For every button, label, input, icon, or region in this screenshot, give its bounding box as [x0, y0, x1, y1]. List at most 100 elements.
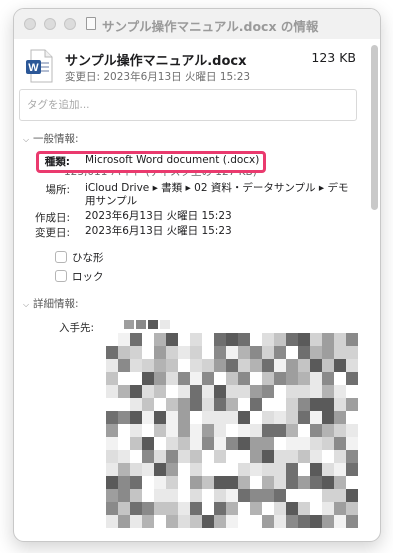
redaction-pixel — [226, 411, 238, 424]
chevron-down-icon: ⌵ — [23, 300, 30, 309]
redaction-pixel — [334, 515, 346, 528]
redaction-pixel — [310, 502, 322, 515]
kind-label: 種類: — [44, 156, 70, 168]
redaction-pixel — [250, 346, 262, 359]
redaction-pixel — [334, 385, 346, 398]
stationery-checkbox[interactable] — [55, 251, 67, 263]
redaction-pixel — [154, 346, 166, 359]
redaction-pixel — [202, 385, 214, 398]
redaction-pixel — [262, 489, 274, 502]
redaction-pixel — [322, 359, 334, 372]
redaction-pixel — [310, 489, 322, 502]
redaction-pixel — [310, 359, 322, 372]
general-section-header[interactable]: ⌵ 一般情報: — [23, 131, 79, 146]
redaction-pixel — [322, 372, 334, 385]
redaction-pixel — [274, 372, 286, 385]
redaction-pixel — [166, 411, 178, 424]
redaction-pixel — [274, 385, 286, 398]
redaction-pixel — [118, 372, 130, 385]
redaction-pixel — [142, 424, 154, 437]
redaction-pixel — [298, 333, 310, 346]
redaction-pixel — [322, 333, 334, 346]
redaction-pixel — [214, 450, 226, 463]
redaction-pixel — [310, 424, 322, 437]
redaction-pixel — [226, 476, 238, 489]
redaction-pixel — [274, 333, 286, 346]
redaction-pixel — [130, 424, 142, 437]
redaction-pixel — [238, 502, 250, 515]
redaction-pixel — [298, 359, 310, 372]
redaction-pixel — [130, 333, 142, 346]
redaction-pixel — [166, 437, 178, 450]
redaction-pixel — [142, 398, 154, 411]
chevron-down-icon: ⌵ — [23, 135, 30, 144]
redaction-pixel — [190, 398, 202, 411]
redaction-pixel — [214, 437, 226, 450]
redaction-pixel — [106, 450, 118, 463]
where-label: 場所: — [45, 184, 70, 196]
redaction-pixel — [130, 515, 142, 528]
redaction-pixel — [106, 489, 118, 502]
redaction-pixel — [310, 450, 322, 463]
redaction-pixel — [250, 359, 262, 372]
redaction-pixel — [286, 424, 298, 437]
redaction-pixel — [202, 489, 214, 502]
redaction-pixel — [106, 411, 118, 424]
redaction-pixel — [118, 333, 130, 346]
redaction-pixel — [106, 333, 118, 346]
redaction-pixel — [322, 476, 334, 489]
minimize-button[interactable] — [44, 18, 56, 30]
redaction-pixel — [262, 450, 274, 463]
redaction-pixel — [196, 320, 206, 329]
close-button[interactable] — [24, 18, 36, 30]
redaction-pixel — [250, 476, 262, 489]
redaction-pixel — [298, 424, 310, 437]
zoom-button[interactable] — [64, 18, 76, 30]
redaction-pixel — [214, 463, 226, 476]
created-label: 作成日: — [34, 212, 70, 224]
redaction-pixel — [190, 476, 202, 489]
redaction-pixel — [334, 333, 346, 346]
redaction-pixel — [130, 450, 142, 463]
redaction-pixel — [322, 437, 334, 450]
redaction-pixel — [142, 502, 154, 515]
details-section-header[interactable]: ⌵ 詳細情報: — [23, 296, 79, 311]
scrollbar[interactable] — [371, 41, 378, 537]
redaction-pixel — [238, 424, 250, 437]
redaction-pixel — [178, 398, 190, 411]
redaction-pixel — [226, 489, 238, 502]
redaction-pixel — [166, 476, 178, 489]
redaction-pixel — [154, 359, 166, 372]
general-section-title: 一般情報: — [33, 133, 79, 145]
stationery-label: ひな形 — [72, 252, 104, 264]
redaction-pixel — [142, 450, 154, 463]
redaction-pixel — [274, 502, 286, 515]
redaction-pixel — [154, 424, 166, 437]
tags-field[interactable]: タグを追加... — [19, 89, 357, 121]
redaction-pixel — [118, 450, 130, 463]
redaction-pixel — [130, 372, 142, 385]
redaction-pixel — [106, 437, 118, 450]
redaction-pixel — [106, 515, 118, 528]
scroll-thumb[interactable] — [371, 45, 378, 210]
redaction-pixel — [190, 346, 202, 359]
redaction-pixel — [286, 411, 298, 424]
redaction-pixel — [118, 385, 130, 398]
redaction-pixel — [178, 333, 190, 346]
redaction-pixel — [310, 411, 322, 424]
redaction-pixel — [346, 385, 358, 398]
redaction-pixel — [262, 359, 274, 372]
redaction-pixel — [226, 398, 238, 411]
locked-checkbox[interactable] — [55, 270, 67, 282]
where-value: iCloud Drive ▸ 書類 ▸ 02 資料・データサンプル ▸ デモ用サ… — [85, 182, 349, 207]
redaction-pixel — [118, 476, 130, 489]
redaction-pixel — [184, 320, 194, 329]
redaction-pixel — [262, 398, 274, 411]
redaction-pixel — [262, 502, 274, 515]
redaction-pixel — [142, 333, 154, 346]
redaction-pixel — [202, 450, 214, 463]
redaction-pixel — [214, 346, 226, 359]
redaction-pixel — [262, 346, 274, 359]
redaction-pixel — [238, 463, 250, 476]
redaction-pixel — [334, 489, 346, 502]
